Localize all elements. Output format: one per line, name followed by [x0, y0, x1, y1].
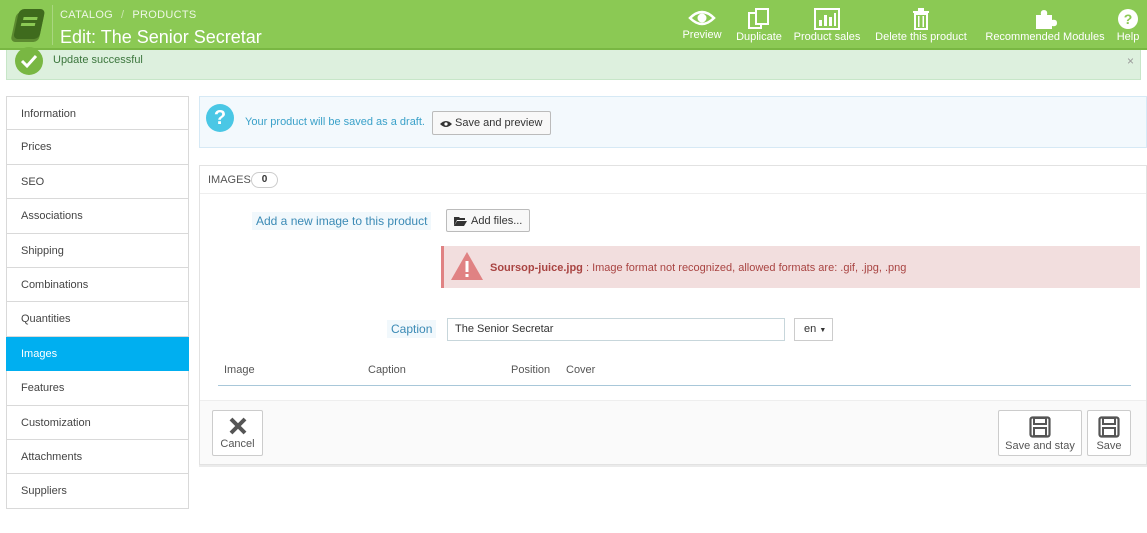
sidebar-item-information[interactable]: Information [6, 96, 189, 131]
sidebar-item-images[interactable]: Images [6, 336, 189, 372]
sidebar-item-suppliers[interactable]: Suppliers [6, 474, 189, 509]
breadcrumb-catalog[interactable]: CATALOG [60, 9, 113, 21]
sidebar-item-combinations[interactable]: Combinations [6, 267, 189, 303]
preview-button[interactable]: Preview [677, 0, 727, 50]
panel-title: IMAGES [208, 174, 251, 186]
warning-icon [451, 252, 483, 280]
sidebar-item-customization[interactable]: Customization [6, 405, 189, 440]
error-filename: Soursop-juice.jpg [490, 262, 583, 274]
image-count-badge: 0 [251, 172, 278, 188]
breadcrumb-separator: / [121, 9, 125, 21]
close-icon[interactable]: × [1127, 54, 1134, 68]
eye-icon [688, 10, 716, 26]
delete-product-button[interactable]: Delete this product [871, 0, 971, 50]
question-icon: ? [1118, 9, 1138, 29]
draft-notice: ? Your product will be saved as a draft.… [199, 96, 1147, 148]
cancel-button[interactable]: Cancel [212, 410, 263, 456]
bar-chart-icon [814, 8, 840, 30]
save-button[interactable]: Save [1087, 410, 1131, 456]
folder-open-icon [454, 217, 467, 226]
save-icon [1029, 416, 1051, 438]
help-button[interactable]: ? Help [1113, 0, 1143, 50]
close-icon [229, 417, 246, 435]
caption-label: Caption [387, 320, 437, 338]
copy-icon [748, 8, 769, 29]
sidebar-item-associations[interactable]: Associations [6, 199, 189, 234]
success-alert: Update successful × [6, 47, 1141, 80]
product-sales-button[interactable]: Product sales [792, 0, 862, 50]
sidebar-item-shipping[interactable]: Shipping [6, 233, 189, 268]
header-divider [52, 5, 53, 45]
recommended-modules-button[interactable]: Recommended Modules [983, 0, 1107, 50]
trash-icon [913, 8, 929, 30]
breadcrumb-products[interactable]: PRODUCTS [132, 9, 196, 21]
save-icon [1098, 416, 1120, 438]
add-files-button[interactable]: Add files... [446, 209, 530, 232]
add-image-label: Add a new image to this product [252, 212, 432, 230]
product-tabs-sidebar: Information Prices SEO Associations Ship… [6, 96, 189, 509]
page-title: Edit: The Senior Secretar [60, 27, 262, 47]
panel-footer: Cancel Save and stay Save [200, 400, 1146, 464]
column-position: Position [511, 364, 551, 376]
eye-icon [440, 121, 452, 127]
duplicate-button[interactable]: Duplicate [731, 0, 787, 50]
caption-input[interactable]: The Senior Secretar [447, 318, 785, 341]
panel-heading: IMAGES 0 [200, 166, 1146, 194]
images-table-header: Image Caption Position Cover [218, 362, 1131, 386]
sidebar-item-quantities[interactable]: Quantities [6, 302, 189, 337]
sidebar-item-attachments[interactable]: Attachments [6, 439, 189, 475]
images-panel: IMAGES 0 Add a new image to this product… [199, 165, 1147, 465]
check-circle-icon [15, 47, 43, 75]
svg-text:?: ? [1124, 11, 1133, 27]
sidebar-item-seo[interactable]: SEO [6, 164, 189, 200]
breadcrumb: CATALOG / PRODUCTS [60, 9, 197, 21]
column-caption: Caption [368, 364, 406, 376]
success-message: Update successful [53, 54, 143, 66]
save-and-preview-button[interactable]: Save and preview [432, 111, 551, 135]
column-image: Image [224, 364, 255, 376]
draft-message: Your product will be saved as a draft. [245, 116, 425, 128]
sidebar-item-features[interactable]: Features [6, 371, 189, 406]
error-message: Soursop-juice.jpg : Image format not rec… [490, 262, 906, 274]
save-and-stay-button[interactable]: Save and stay [998, 410, 1082, 456]
sidebar-item-prices[interactable]: Prices [6, 130, 189, 165]
page-header: CATALOG / PRODUCTS Edit: The Senior Secret… [0, 0, 1147, 50]
language-dropdown[interactable]: en ▼ [794, 318, 833, 341]
caret-down-icon: ▼ [819, 327, 827, 334]
upload-error-alert: Soursop-juice.jpg : Image format not rec… [441, 246, 1140, 288]
catalog-logo-icon [11, 9, 45, 42]
error-text: : Image format not recognized, allowed f… [582, 262, 907, 274]
puzzle-icon [1036, 10, 1057, 29]
question-icon: ? [206, 104, 234, 132]
column-cover: Cover [566, 364, 596, 376]
